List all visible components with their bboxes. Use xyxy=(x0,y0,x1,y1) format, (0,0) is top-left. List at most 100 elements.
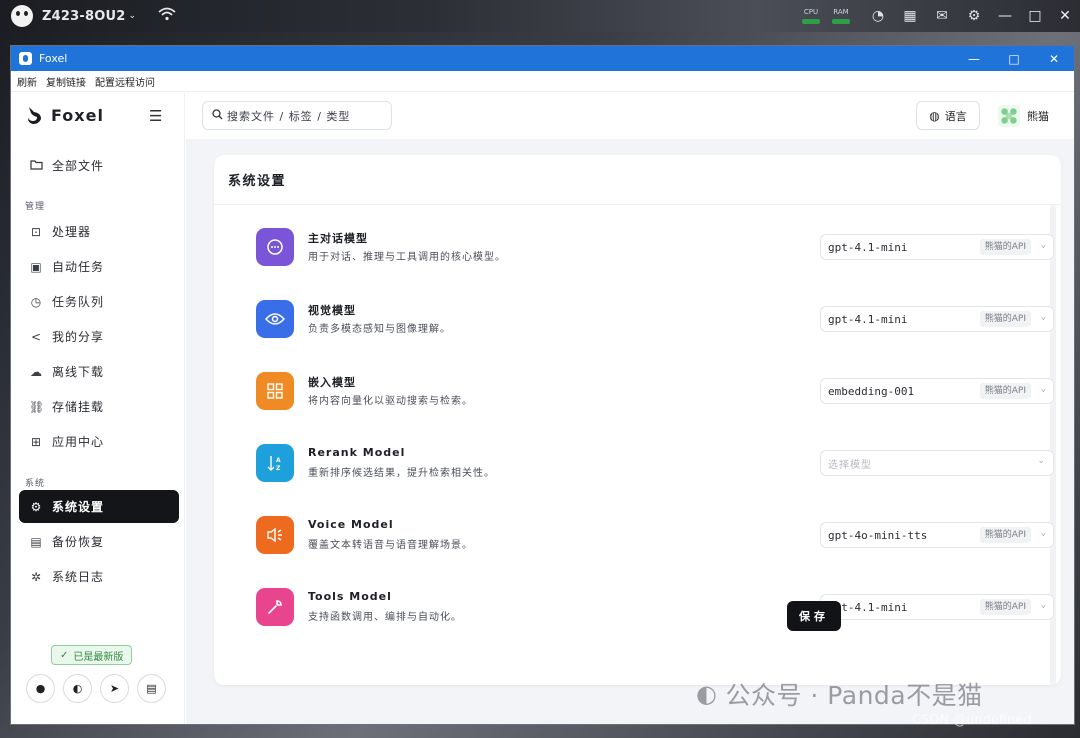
gear-icon[interactable]: ⚙ xyxy=(958,8,990,24)
model-select-tools[interactable]: gpt-4.1-mini 熊猫的API ⌄ xyxy=(820,594,1054,620)
model-row-embedding: 嵌入模型 将内容向量化以驱动搜索与检索。 embedding-001 熊猫的AP… xyxy=(256,362,1056,422)
window-maximize-button[interactable]: □ xyxy=(994,52,1034,66)
model-title: Voice Model xyxy=(308,518,394,531)
model-title: Rerank Model xyxy=(308,446,406,459)
apps-icon: ⊞ xyxy=(30,434,42,449)
github-icon[interactable]: ● xyxy=(26,674,55,703)
model-desc: 支持函数调用、编排与自动化。 xyxy=(308,612,462,623)
os-maximize-button[interactable]: □ xyxy=(1020,8,1050,24)
save-button[interactable]: 保存 xyxy=(787,601,841,631)
menu-refresh[interactable]: 刷新 xyxy=(17,74,37,89)
model-select-chat[interactable]: gpt-4.1-mini 熊猫的API ⌄ xyxy=(820,234,1054,260)
sort-icon: AZ xyxy=(256,444,294,482)
sidebar-item-task-queue[interactable]: ◷ 任务队列 xyxy=(19,285,179,318)
sidebar-item-my-shares[interactable]: < 我的分享 xyxy=(19,320,179,353)
ram-label: RAM xyxy=(833,8,849,16)
cpu-label: CPU xyxy=(803,8,819,16)
sidebar-item-label: 存储挂载 xyxy=(52,400,105,414)
cpu-meter: CPU xyxy=(802,8,820,24)
globe-icon: ◍ xyxy=(929,108,940,123)
topbar: 搜索文件 / 标签 / 类型 ◍ 语言 熊猫 xyxy=(186,93,1074,139)
ram-meter: RAM xyxy=(832,8,850,24)
window-titlebar[interactable]: Foxel — □ ✕ xyxy=(11,46,1074,71)
gauge-icon[interactable]: ◔ xyxy=(862,8,894,24)
avatar xyxy=(998,105,1020,127)
device-name[interactable]: Z423-8OU2 xyxy=(42,9,125,24)
send-icon[interactable]: ➤ xyxy=(100,674,129,703)
search-icon xyxy=(212,108,223,123)
link-icon: ⛓ xyxy=(29,399,45,414)
sidebar-item-system-logs[interactable]: ✲ 系统日志 xyxy=(19,560,179,593)
wrench-icon xyxy=(256,588,294,626)
wifi-icon[interactable] xyxy=(158,7,176,25)
chart-icon[interactable]: ▦ xyxy=(894,8,926,24)
model-select-rerank[interactable]: 选择模型 ⌄ xyxy=(820,450,1054,476)
brand[interactable]: Foxel xyxy=(25,105,104,125)
model-select-value: gpt-4o-mini-tts xyxy=(828,528,928,542)
chevron-down-icon[interactable]: ⌄ xyxy=(128,11,136,21)
sidebar-item-label: 任务队列 xyxy=(52,295,105,309)
wechat-watermark: ◐ 公众号 · Panda不是猫 xyxy=(696,676,983,712)
menu-collapse-icon[interactable]: ☰ xyxy=(149,107,162,125)
username: 熊猫 xyxy=(1027,110,1049,123)
settings-card: 系统设置 主对话模型 用于对话、推理与工具调用的核心模型。 gpt-4.1-mi… xyxy=(214,155,1061,685)
cloud-download-icon: ☁ xyxy=(30,364,42,379)
model-select-voice[interactable]: gpt-4o-mini-tts 熊猫的API ⌄ xyxy=(820,522,1054,548)
menu-copy-link[interactable]: 复制链接 xyxy=(46,74,86,89)
model-row-chat: 主对话模型 用于对话、推理与工具调用的核心模型。 gpt-4.1-mini 熊猫… xyxy=(256,218,1056,278)
model-title: Tools Model xyxy=(308,590,392,603)
app-window: Foxel — □ ✕ 刷新 复制链接 配置远程访问 Foxel ☰ 全部文件 … xyxy=(10,45,1075,725)
chevron-down-icon: ⌄ xyxy=(1040,240,1046,250)
model-select-vision[interactable]: gpt-4.1-mini 熊猫的API ⌄ xyxy=(820,306,1054,332)
os-close-button[interactable]: ✕ xyxy=(1050,8,1080,24)
mail-icon[interactable]: ✉ xyxy=(926,8,958,24)
sidebar-item-label: 系统设置 xyxy=(52,500,105,514)
gear-icon: ⚙ xyxy=(30,499,42,514)
sidebar-item-label: 自动任务 xyxy=(52,260,105,274)
model-title: 嵌入模型 xyxy=(308,376,356,389)
model-row-tools: Tools Model 支持函数调用、编排与自动化。 gpt-4.1-mini … xyxy=(256,578,1056,638)
model-desc: 重新排序候选结果，提升检索相关性。 xyxy=(308,468,495,479)
section-label-system: 系统 xyxy=(25,479,46,489)
section-label-manage: 管理 xyxy=(25,202,46,212)
model-select-embedding[interactable]: embedding-001 熊猫的API ⌄ xyxy=(820,378,1054,404)
model-row-vision: 视觉模型 负责多模态感知与图像理解。 gpt-4.1-mini 熊猫的API ⌄ xyxy=(256,290,1056,350)
sidebar-item-processor[interactable]: ⊡ 处理器 xyxy=(19,215,179,248)
eye-icon xyxy=(256,300,294,338)
window-title: Foxel xyxy=(39,52,68,65)
os-minimize-button[interactable]: — xyxy=(990,8,1020,24)
model-desc: 负责多模态感知与图像理解。 xyxy=(308,324,451,335)
model-select-value: gpt-4.1-mini xyxy=(828,240,908,254)
page-title: 系统设置 xyxy=(214,155,1061,205)
sidebar-item-system-settings[interactable]: ⚙ 系统设置 xyxy=(19,490,179,523)
sidebar-item-all-files[interactable]: 全部文件 xyxy=(19,149,179,182)
provider-tag: 熊猫的API xyxy=(979,383,1031,399)
terminal-icon: ⊡ xyxy=(30,224,42,239)
panda-logo-icon xyxy=(11,5,33,27)
window-minimize-button[interactable]: — xyxy=(954,52,994,66)
model-select-value: gpt-4.1-mini xyxy=(828,312,908,326)
main-content: 搜索文件 / 标签 / 类型 ◍ 语言 熊猫 系统设置 主对话模型 用于对话、推… xyxy=(186,93,1074,724)
provider-tag: 熊猫的API xyxy=(979,599,1031,615)
svg-text:Z: Z xyxy=(276,465,281,472)
model-desc: 将内容向量化以驱动搜索与检索。 xyxy=(308,396,473,407)
sidebar-footer-links: ● ◐ ➤ ▤ xyxy=(26,674,174,703)
sidebar-item-auto-tasks[interactable]: ▣ 自动任务 xyxy=(19,250,179,283)
model-desc: 用于对话、推理与工具调用的核心模型。 xyxy=(308,252,506,263)
sidebar-item-app-center[interactable]: ⊞ 应用中心 xyxy=(19,425,179,458)
wechat-icon[interactable]: ◐ xyxy=(63,674,92,703)
user-menu[interactable]: 熊猫 xyxy=(998,105,1049,127)
window-close-button[interactable]: ✕ xyxy=(1034,52,1074,66)
search-input[interactable]: 搜索文件 / 标签 / 类型 xyxy=(202,101,392,130)
sidebar-item-backup-restore[interactable]: ▤ 备份恢复 xyxy=(19,525,179,558)
watermark-text: 公众号 · Panda不是猫 xyxy=(725,681,983,710)
menu-remote-access[interactable]: 配置远程访问 xyxy=(95,74,155,89)
document-icon[interactable]: ▤ xyxy=(137,674,166,703)
menubar: 刷新 复制链接 配置远程访问 xyxy=(11,71,1074,92)
provider-tag: 熊猫的API xyxy=(979,527,1031,543)
fox-logo-icon xyxy=(25,105,45,125)
sidebar-item-offline-download[interactable]: ☁ 离线下载 xyxy=(19,355,179,388)
check-circle-icon: ✓ xyxy=(60,649,69,661)
sidebar-item-storage-mount[interactable]: ⛓ 存储挂载 xyxy=(19,390,179,423)
language-button[interactable]: ◍ 语言 xyxy=(916,101,980,130)
